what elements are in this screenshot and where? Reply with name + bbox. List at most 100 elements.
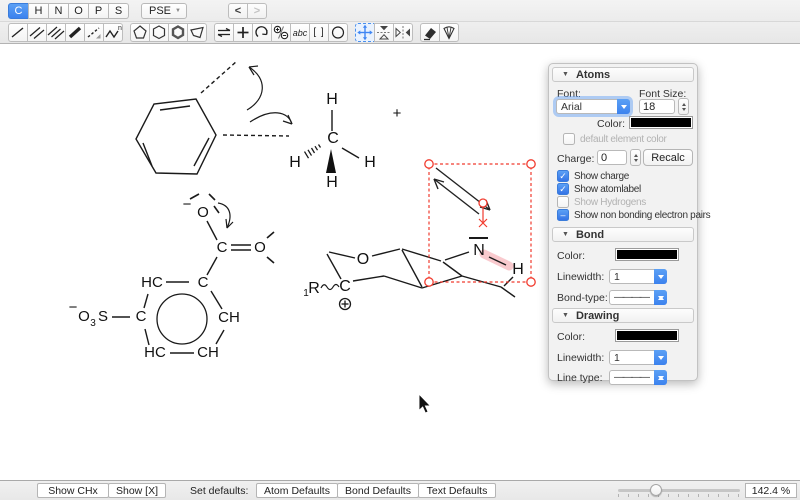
atom-label-h[interactable]: H — [326, 91, 338, 108]
font-select-value: Arial — [561, 100, 583, 113]
zoom-slider-ticks — [618, 494, 740, 497]
disclosure-triangle-icon: ▼ — [562, 231, 569, 238]
drawing-color-swatch[interactable] — [615, 329, 679, 342]
text-defaults-button[interactable]: Text Defaults — [418, 483, 496, 498]
app-window: C H N O P S PSE ▼ < > n abc [] C H H H … — [0, 0, 800, 500]
atom-label-o[interactable]: O — [78, 308, 90, 325]
show-atomlabel-checkbox[interactable]: ✓ — [557, 183, 569, 195]
drawing-color-label: Color: — [557, 331, 586, 343]
atom-label-c[interactable]: C — [327, 130, 339, 147]
bond-type-select[interactable]: ———— — [609, 290, 667, 305]
solid-wedge-bond — [326, 149, 336, 173]
bond-section-header[interactable]: ▼ Bond — [552, 227, 694, 242]
atom-label-c[interactable]: C — [136, 308, 147, 325]
bond-linewidth-select[interactable]: 1 — [609, 269, 667, 284]
line-type-value: ———— — [614, 372, 650, 383]
atom-label-o[interactable]: O — [357, 251, 369, 268]
plus-sign[interactable]: + — [393, 105, 402, 122]
atom-label-s[interactable]: S — [98, 308, 108, 325]
zoom-value[interactable]: 142.4 % — [745, 483, 797, 498]
atom-label-ch[interactable]: CH — [218, 309, 240, 326]
line-type-select[interactable]: ———— — [609, 370, 667, 385]
show-charge-label: Show charge — [574, 171, 630, 182]
selection-handle[interactable] — [526, 159, 536, 169]
show-hydrogens-checkbox[interactable] — [557, 196, 569, 208]
curved-arrow — [249, 112, 293, 125]
atom-label-n[interactable]: N — [473, 242, 485, 259]
bond-section-title: Bond — [575, 228, 605, 241]
atom-label-o[interactable]: O — [197, 204, 209, 221]
charge-input[interactable] — [597, 150, 627, 165]
wavy-bond — [320, 283, 340, 291]
bond-type-value: ———— — [614, 292, 650, 303]
font-size-input[interactable] — [639, 99, 675, 114]
r-group-label[interactable]: R — [308, 280, 320, 297]
atom-label-h[interactable]: H — [364, 154, 376, 171]
aromatic-circle — [156, 293, 208, 345]
zoom-slider-track[interactable] — [618, 489, 740, 492]
atoms-section-header[interactable]: ▼ Atoms — [552, 67, 694, 82]
atom-label-c[interactable]: C — [217, 239, 228, 256]
mouse-cursor — [418, 392, 432, 414]
drawing-linewidth-value: 1 — [614, 351, 620, 364]
bond-color-label: Color: — [557, 250, 586, 262]
chair-structure[interactable]: O N H C 1 R — [303, 237, 524, 311]
atom-label-h[interactable]: H — [512, 261, 524, 278]
benzoate-structure[interactable]: HC C CH CH HC C − O 3 S C O O − — [69, 193, 275, 361]
atom-label-ch[interactable]: CH — [197, 344, 219, 361]
atoms-section-title: Atoms — [575, 68, 611, 81]
font-size-stepper[interactable] — [678, 98, 689, 115]
charge-stepper[interactable] — [630, 149, 641, 166]
show-lone-pairs-label: Show non bonding electron pairs — [574, 210, 711, 221]
charge-minus: − — [69, 299, 78, 316]
atom-label-hc[interactable]: HC — [141, 274, 163, 291]
chevron-up-down-icon — [654, 290, 667, 305]
curved-arrow — [246, 65, 263, 111]
disclosure-triangle-icon: ▼ — [562, 71, 569, 78]
recalc-button[interactable]: Recalc — [643, 149, 693, 166]
atom-label-c[interactable]: C — [198, 274, 209, 291]
default-element-color-label: default element color — [580, 134, 667, 145]
default-element-color-checkbox[interactable] — [563, 133, 575, 145]
drawing-section-title: Drawing — [575, 309, 620, 322]
chevron-down-icon — [654, 269, 667, 284]
curved-arrow — [217, 202, 234, 229]
atom-color-swatch[interactable] — [629, 116, 693, 129]
selection-handle[interactable] — [424, 159, 434, 169]
zoom-slider-thumb[interactable] — [650, 484, 662, 496]
set-defaults-label: Set defaults: — [190, 485, 249, 497]
dashed-bond — [222, 134, 290, 137]
hashed-wedge-bond — [303, 144, 322, 159]
show-lone-pairs-checkbox[interactable]: – — [557, 209, 569, 221]
show-x-button[interactable]: Show [X] — [108, 483, 166, 498]
chevron-up-down-icon — [654, 370, 667, 385]
font-select[interactable]: Arial — [556, 99, 630, 114]
selection-handle[interactable] — [526, 277, 536, 287]
show-chx-button[interactable]: Show CHx — [37, 483, 109, 498]
chevron-down-icon — [654, 350, 667, 365]
bond-linewidth-label: Linewidth: — [557, 271, 605, 283]
atom-label-c[interactable]: C — [339, 278, 351, 295]
bond-color-swatch[interactable] — [615, 248, 679, 261]
disclosure-triangle-icon: ▼ — [562, 312, 569, 319]
atom-label-hc[interactable]: HC — [144, 344, 166, 361]
line-type-label: Line type: — [557, 372, 603, 384]
charge-label: Charge: — [557, 153, 595, 165]
selection-handle[interactable] — [424, 277, 434, 287]
subscript-3: 3 — [90, 318, 96, 329]
dashed-bond — [200, 60, 238, 94]
drawing-linewidth-select[interactable]: 1 — [609, 350, 667, 365]
atom-defaults-button[interactable]: Atom Defaults — [256, 483, 338, 498]
atom-label-h[interactable]: H — [326, 174, 338, 191]
status-bar: Show CHx Show [X] Set defaults: Atom Def… — [0, 480, 800, 500]
show-charge-checkbox[interactable]: ✓ — [557, 170, 569, 182]
bond-type-label: Bond-type: — [557, 292, 608, 304]
atom-label-h[interactable]: H — [289, 154, 301, 171]
atom-label-o[interactable]: O — [254, 239, 266, 256]
drawing-linewidth-label: Linewidth: — [557, 352, 605, 364]
methane-structure[interactable]: C H H H H — [289, 91, 376, 191]
rotation-handle[interactable] — [478, 198, 488, 228]
drawing-section-header[interactable]: ▼ Drawing — [552, 308, 694, 323]
benzene-structure[interactable] — [135, 60, 293, 175]
bond-defaults-button[interactable]: Bond Defaults — [337, 483, 419, 498]
